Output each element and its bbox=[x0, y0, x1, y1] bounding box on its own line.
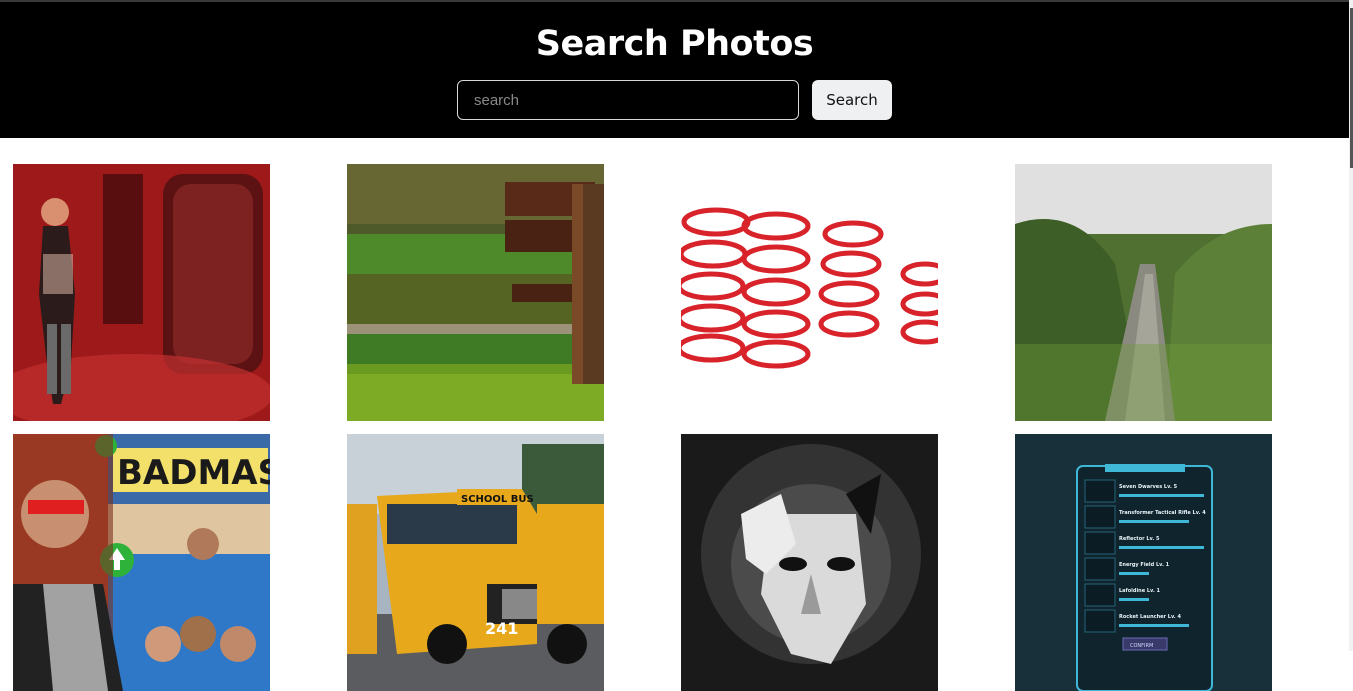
photo-image bbox=[1015, 164, 1272, 421]
photo-school-buses[interactable]: SCHOOL BUS 241 bbox=[347, 434, 604, 691]
thumbnail-text: BADMASHI bbox=[117, 453, 270, 493]
photo-image: BADMASHI bbox=[13, 434, 270, 691]
svg-text:Lafoldine Lv. 1: Lafoldine Lv. 1 bbox=[1119, 588, 1161, 594]
page-header: Search Photos Search bbox=[0, 2, 1349, 138]
search-input[interactable] bbox=[457, 80, 799, 120]
page-title: Search Photos bbox=[535, 24, 814, 64]
photo-image: SCHOOL BUS 241 bbox=[347, 434, 604, 691]
svg-text:CONFIRM: CONFIRM bbox=[1130, 643, 1153, 649]
scrollbar[interactable] bbox=[1349, 0, 1353, 651]
search-button[interactable]: Search bbox=[812, 80, 892, 120]
photo-woman-display[interactable] bbox=[13, 164, 270, 421]
svg-text:Rocket Launcher Lv. 4: Rocket Launcher Lv. 4 bbox=[1119, 614, 1181, 620]
svg-text:Transformer Tactical Rifle Lv.: Transformer Tactical Rifle Lv. 4 bbox=[1119, 510, 1206, 516]
photo-thumbnail-badmashi[interactable]: BADMASHI bbox=[13, 434, 270, 691]
bus-sign-text: SCHOOL BUS bbox=[461, 494, 534, 505]
photo-face-art[interactable] bbox=[681, 434, 938, 691]
photo-image: Seven Dwarves Lv. 5 Transformer Tactical… bbox=[1015, 434, 1272, 691]
photo-red-springs[interactable] bbox=[681, 164, 938, 421]
photo-image bbox=[681, 434, 938, 691]
svg-text:Reflector Lv. 5: Reflector Lv. 5 bbox=[1119, 536, 1160, 542]
photo-game-menu[interactable]: Seven Dwarves Lv. 5 Transformer Tactical… bbox=[1015, 434, 1272, 691]
photo-grass-ditch[interactable] bbox=[1015, 164, 1272, 421]
svg-text:Energy Field Lv. 1: Energy Field Lv. 1 bbox=[1119, 562, 1170, 568]
svg-text:Seven Dwarves Lv. 5: Seven Dwarves Lv. 5 bbox=[1119, 484, 1178, 490]
photo-image bbox=[13, 164, 270, 421]
bus-number-text: 241 bbox=[485, 619, 518, 638]
photo-bench-field[interactable] bbox=[347, 164, 604, 421]
photo-image bbox=[347, 164, 604, 421]
photo-image bbox=[681, 164, 938, 421]
